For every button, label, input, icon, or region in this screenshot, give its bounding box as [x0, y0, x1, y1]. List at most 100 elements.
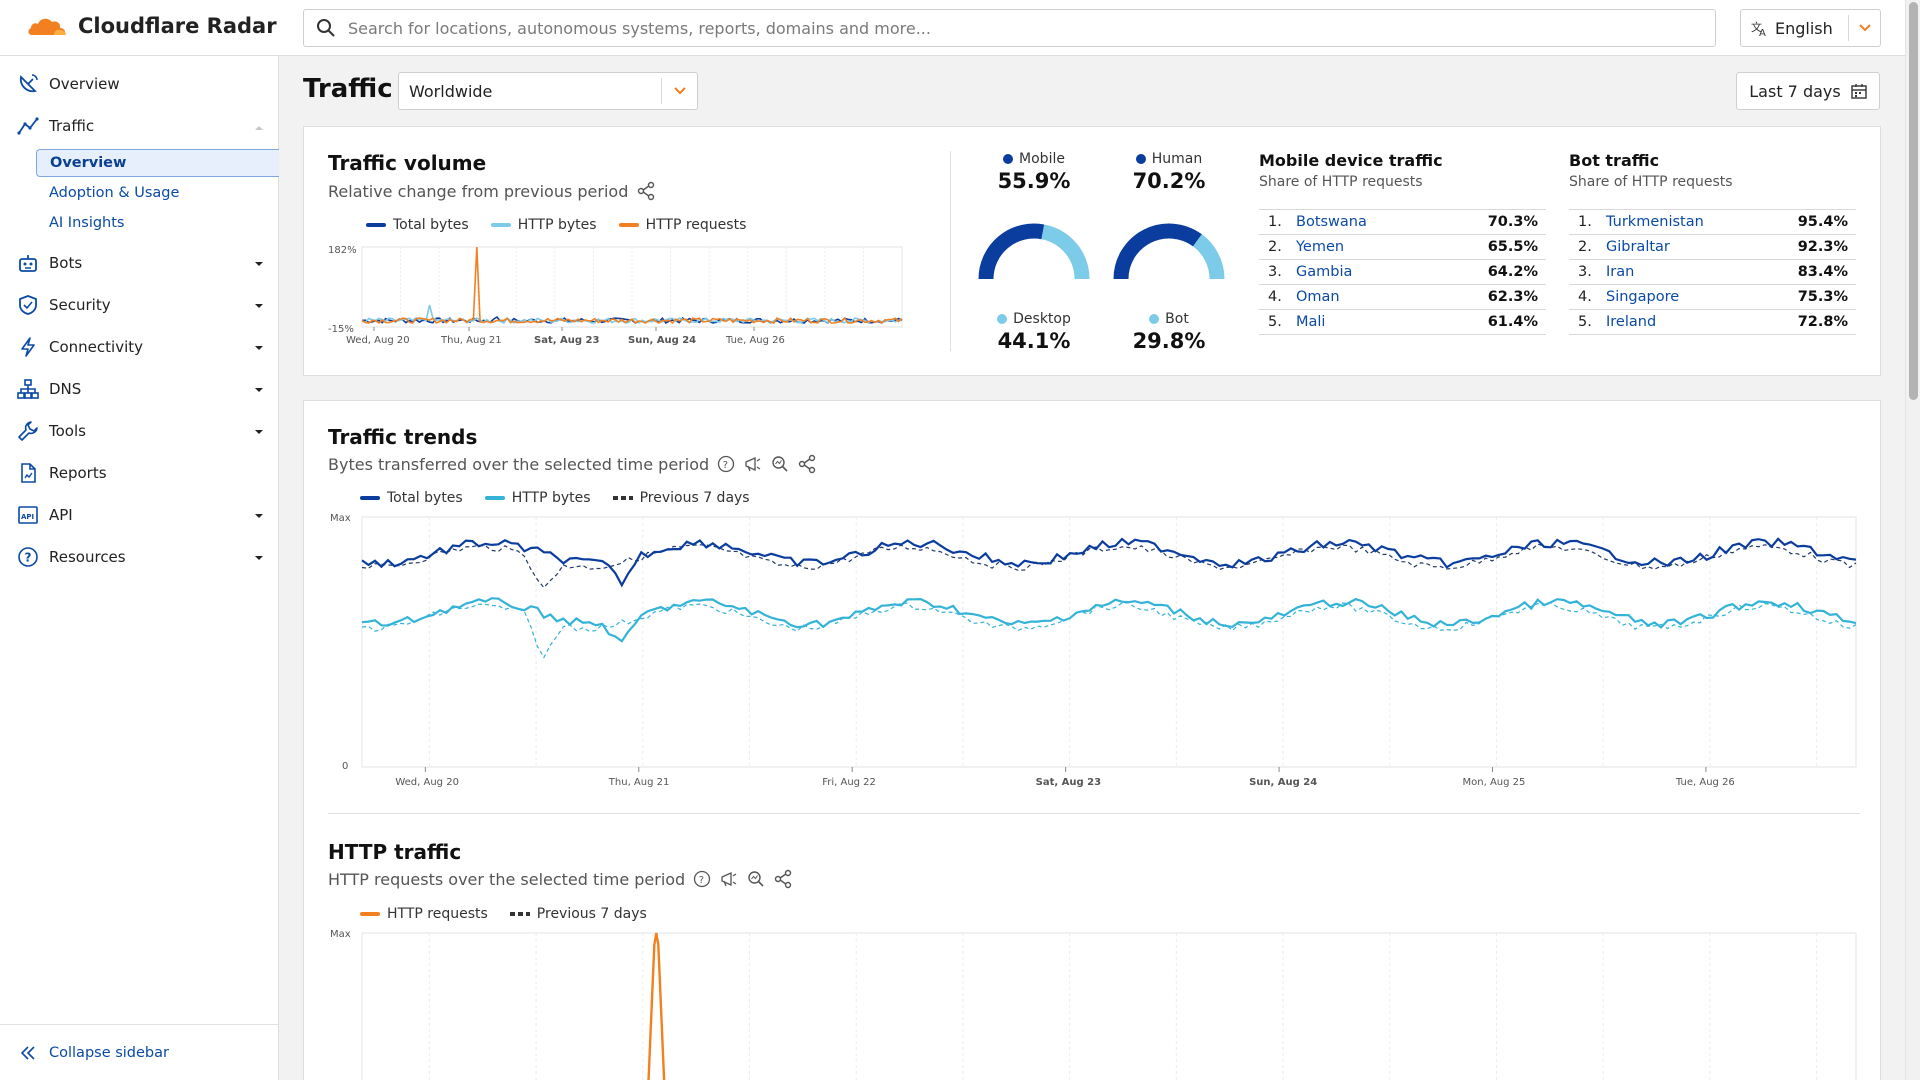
- megaphone-icon[interactable]: [743, 455, 763, 473]
- sidebar-item-dns[interactable]: DNS: [0, 373, 278, 405]
- country-link[interactable]: Yemen: [1296, 239, 1476, 255]
- x-tick-label: Sun, Aug 24: [628, 335, 696, 346]
- share-value: 83.4%: [1797, 264, 1848, 280]
- http-requests-spike-line[interactable]: [647, 932, 666, 1080]
- bot-stat: Bot 29.8%: [1109, 311, 1229, 353]
- megaphone-icon[interactable]: [719, 870, 739, 888]
- zoom-icon[interactable]: [747, 870, 765, 888]
- sidebar-item-connectivity[interactable]: Connectivity: [0, 331, 278, 363]
- share-value: 72.8%: [1797, 314, 1848, 330]
- help-icon[interactable]: ?: [717, 455, 735, 473]
- rank-number: 4.: [1578, 289, 1592, 305]
- bot-traffic-title: Bot traffic: [1569, 151, 1660, 170]
- rank-number: 1.: [1578, 214, 1592, 230]
- previous-http-bytes-line[interactable]: [361, 601, 1857, 659]
- summary-card: Traffic volume Relative change from prev…: [303, 126, 1881, 376]
- share-value: 75.3%: [1797, 289, 1848, 305]
- rank-number: 4.: [1268, 289, 1282, 305]
- country-link[interactable]: Oman: [1296, 289, 1476, 305]
- svg-text:A: A: [1759, 28, 1766, 37]
- country-link[interactable]: Botswana: [1296, 214, 1476, 230]
- bot-traffic-row: 1. Turkmenistan 95.4%: [1569, 210, 1856, 235]
- traffic-trends-title: Traffic trends: [328, 425, 478, 449]
- sidebar-item-reports[interactable]: Reports: [0, 457, 278, 489]
- share-value: 61.4%: [1487, 314, 1538, 330]
- http-bytes-line[interactable]: [361, 597, 1857, 643]
- zoom-icon[interactable]: [771, 455, 789, 473]
- http-traffic-chart[interactable]: Max: [328, 925, 1864, 1080]
- legend-previous-7-days[interactable]: Previous 7 days: [509, 906, 647, 922]
- collapse-sidebar-button[interactable]: Collapse sidebar: [0, 1024, 278, 1080]
- country-link[interactable]: Singapore: [1606, 289, 1786, 305]
- sidebar-item-label: Tools: [49, 422, 86, 440]
- gauge-primary-arc[interactable]: [978, 223, 1045, 280]
- scrollbar-thumb[interactable]: [1909, 2, 1918, 400]
- chevron-down-icon: [673, 87, 686, 95]
- brand-logo[interactable]: Cloudflare Radar: [26, 13, 277, 39]
- sidebar-subitem-ai-insights[interactable]: AI Insights: [36, 209, 279, 237]
- sidebar-item-overview[interactable]: Overview: [0, 68, 278, 100]
- legend-previous-7-days[interactable]: Previous 7 days: [612, 490, 750, 506]
- country-link[interactable]: Gambia: [1296, 264, 1476, 280]
- legend-http-bytes[interactable]: HTTP bytes: [490, 217, 597, 233]
- country-link[interactable]: Ireland: [1606, 314, 1786, 330]
- x-tick-label: Sat, Aug 23: [1036, 777, 1101, 788]
- share-icon[interactable]: [636, 181, 656, 201]
- mobile-desktop-gauge[interactable]: [974, 219, 1094, 285]
- language-label: English: [1775, 18, 1833, 38]
- search-input[interactable]: Search for locations, autonomous systems…: [303, 9, 1716, 47]
- sidebar-item-bots[interactable]: Bots: [0, 247, 278, 279]
- share-value: 70.3%: [1487, 214, 1538, 230]
- sidebar-item-traffic[interactable]: Traffic: [0, 110, 278, 142]
- double-chevron-left-icon: [17, 1042, 39, 1064]
- help-icon[interactable]: ?: [693, 870, 711, 888]
- rank-number: 5.: [1268, 314, 1282, 330]
- y-label-zero: 0: [342, 761, 348, 772]
- sidebar: Overview Traffic Overview Adoption & Usa…: [0, 56, 279, 1080]
- legend-total-bytes[interactable]: Total bytes: [360, 490, 463, 506]
- region-select[interactable]: Worldwide: [398, 72, 698, 110]
- sidebar-item-tools[interactable]: Tools: [0, 415, 278, 447]
- total-bytes-line[interactable]: [361, 537, 1857, 588]
- page-scrollbar[interactable]: [1905, 0, 1920, 1080]
- http-traffic-subtitle: HTTP requests over the selected time per…: [328, 869, 793, 889]
- human-value: 70.2%: [1132, 169, 1206, 193]
- trend-line-icon: [17, 115, 39, 137]
- language-select[interactable]: 文A English: [1740, 9, 1881, 47]
- legend-http-bytes[interactable]: HTTP bytes: [484, 490, 591, 506]
- share-value: 92.3%: [1797, 239, 1848, 255]
- chevron-down-icon: [1858, 24, 1871, 32]
- date-range-button[interactable]: Last 7 days: [1736, 72, 1880, 110]
- gauge-secondary-arc[interactable]: [1192, 234, 1225, 280]
- sidebar-item-api[interactable]: API API: [0, 499, 278, 531]
- traffic-trends-chart[interactable]: Max 0 Wed, Aug 20 Thu, Aug 21 Fri, Aug 22 S…: [328, 509, 1864, 799]
- human-label: Human: [1151, 151, 1203, 167]
- sidebar-subitem-overview[interactable]: Overview: [36, 149, 279, 177]
- gauge-primary-arc[interactable]: [1113, 223, 1202, 280]
- country-link[interactable]: Gibraltar: [1606, 239, 1786, 255]
- sidebar-item-security[interactable]: Security: [0, 289, 278, 321]
- country-link[interactable]: Iran: [1606, 264, 1786, 280]
- sidebar-item-resources[interactable]: ? Resources: [0, 541, 278, 573]
- sidebar-item-label: Security: [49, 296, 111, 314]
- traffic-volume-subtitle: Relative change from previous period: [328, 181, 656, 201]
- legend-http-requests[interactable]: HTTP requests: [618, 217, 746, 233]
- collapse-sidebar-label: Collapse sidebar: [49, 1044, 169, 1061]
- legend-http-requests[interactable]: HTTP requests: [360, 906, 488, 922]
- traffic-volume-legend: Total bytes HTTP bytes HTTP requests: [366, 217, 746, 233]
- section-divider: [328, 813, 1860, 814]
- country-link[interactable]: Mali: [1296, 314, 1476, 330]
- share-icon[interactable]: [773, 869, 793, 889]
- sidebar-item-label: Bots: [49, 254, 83, 272]
- api-icon: API: [17, 504, 39, 526]
- sidebar-subitem-adoption-usage[interactable]: Adoption & Usage: [36, 179, 279, 207]
- previous-total-bytes-line[interactable]: [361, 543, 1857, 589]
- legend-total-bytes[interactable]: Total bytes: [366, 217, 469, 233]
- human-bot-gauge[interactable]: [1109, 219, 1229, 285]
- gauge-secondary-arc[interactable]: [1041, 224, 1090, 280]
- traffic-volume-chart[interactable]: 182% -15% Wed, Aug 20 Thu, Aug 21 Sat, Aug…: [324, 239, 924, 349]
- share-icon[interactable]: [797, 454, 817, 474]
- country-link[interactable]: Turkmenistan: [1606, 214, 1786, 230]
- sidebar-item-label: Overview: [49, 75, 120, 93]
- rank-number: 2.: [1268, 239, 1282, 255]
